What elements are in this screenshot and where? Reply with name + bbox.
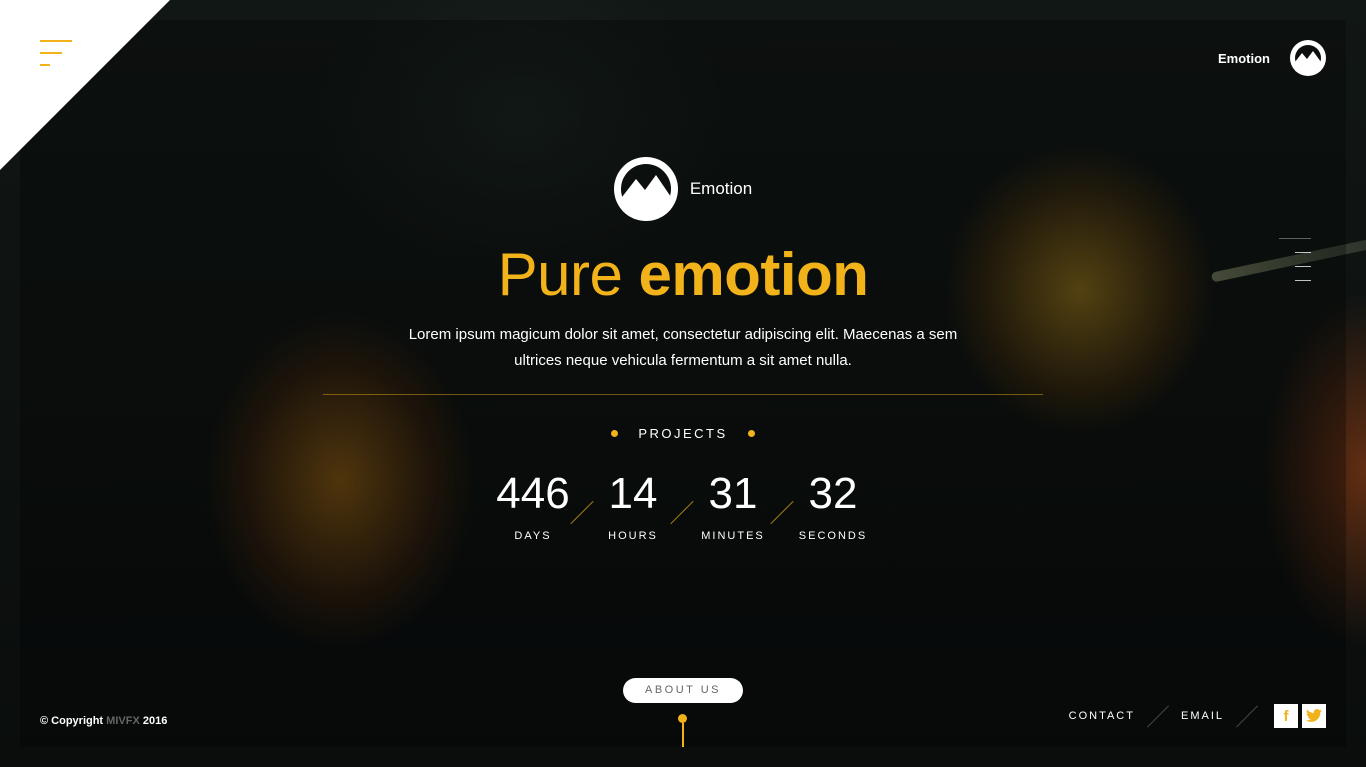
about-us-button[interactable]: ABOUT US bbox=[623, 678, 743, 703]
scroll-indicator bbox=[678, 714, 687, 747]
countdown-label: HOURS bbox=[608, 530, 658, 542]
facebook-icon[interactable]: f bbox=[1274, 704, 1298, 728]
hero-section: Emotion Pure emotion Lorem ipsum magicum… bbox=[0, 157, 1366, 395]
twitter-icon[interactable] bbox=[1302, 704, 1326, 728]
copyright: © Copyright MIVFX 2016 bbox=[40, 715, 167, 727]
mountain-logo-icon bbox=[613, 157, 678, 221]
headline-bold: emotion bbox=[638, 241, 869, 308]
contact-link[interactable]: CONTACT bbox=[1069, 710, 1135, 722]
countdown-value: 14 bbox=[608, 469, 658, 518]
countdown-days: 446 DAYS bbox=[483, 469, 594, 542]
center-brand-name: Emotion bbox=[689, 179, 753, 198]
countdown-value: 446 bbox=[496, 469, 570, 518]
brand-name: Emotion bbox=[1218, 50, 1270, 66]
headline-regular: Pure bbox=[497, 241, 623, 308]
copyright-prefix: © Copyright bbox=[40, 715, 104, 727]
countdown-hours: 14 HOURS bbox=[583, 469, 694, 542]
copyright-brand[interactable]: MIVFX bbox=[106, 715, 140, 727]
countdown: 446 DAYS 14 HOURS 31 MINUTES 32 SECONDS bbox=[483, 469, 883, 543]
countdown-minutes: 31 MINUTES bbox=[683, 469, 794, 542]
twitter-bird-glyph bbox=[1306, 709, 1322, 722]
link-separator bbox=[1147, 705, 1169, 727]
hero-description: Lorem ipsum magicum dolor sit amet, cons… bbox=[408, 326, 958, 369]
email-link[interactable]: EMAIL bbox=[1181, 710, 1224, 722]
footer-links: CONTACT EMAIL f bbox=[1069, 704, 1326, 728]
countdown-value: 31 bbox=[708, 469, 758, 518]
page-title: Pure emotion bbox=[0, 240, 1366, 310]
link-separator bbox=[1236, 705, 1258, 727]
projects-heading: PROJECTS bbox=[0, 426, 1366, 441]
projects-label: PROJECTS bbox=[638, 426, 728, 441]
top-brand[interactable]: Emotion bbox=[1218, 40, 1326, 76]
countdown-label: DAYS bbox=[514, 530, 552, 542]
divider bbox=[323, 394, 1043, 395]
mountain-logo-icon bbox=[1290, 40, 1326, 76]
countdown-label: SECONDS bbox=[798, 530, 868, 542]
facebook-glyph: f bbox=[1283, 707, 1289, 725]
dot-icon bbox=[747, 430, 755, 437]
dot-icon bbox=[611, 430, 619, 437]
center-logo: Emotion bbox=[613, 157, 753, 221]
hamburger-menu-icon[interactable] bbox=[40, 40, 74, 68]
countdown-value: 32 bbox=[808, 469, 858, 518]
countdown-label: MINUTES bbox=[701, 530, 765, 542]
copyright-year: 2016 bbox=[142, 715, 168, 727]
countdown-seconds: 32 SECONDS bbox=[783, 469, 883, 543]
